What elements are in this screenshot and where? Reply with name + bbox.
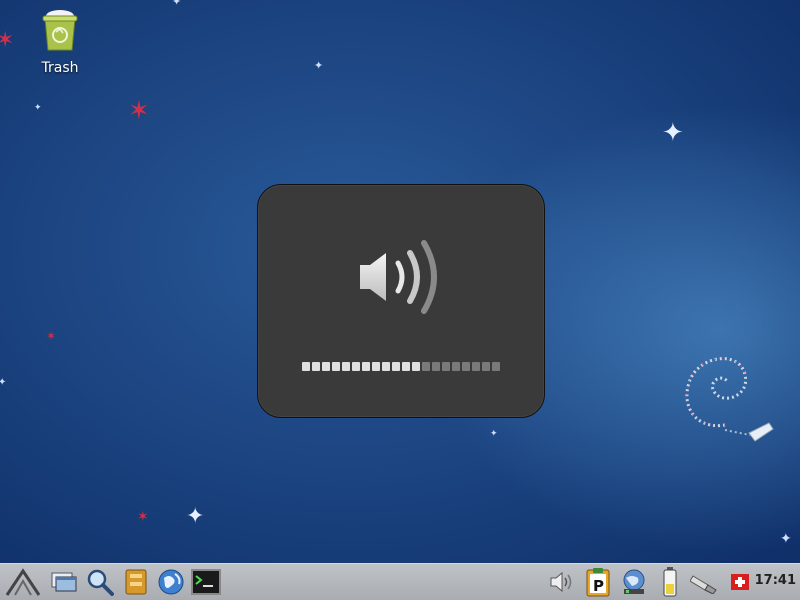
volume-segment-empty <box>452 362 460 371</box>
star-decoration: ✦ <box>662 118 684 148</box>
volume-segment-filled <box>382 362 390 371</box>
web-browser-icon <box>158 569 184 595</box>
star-decoration: ✶ <box>0 28 15 53</box>
star-decoration: ✶ <box>46 329 57 343</box>
volume-segment-filled <box>352 362 360 371</box>
clock[interactable]: 17:41 <box>755 573 796 588</box>
volume-segment-empty <box>422 362 430 371</box>
tray-usb-button[interactable] <box>688 566 720 598</box>
wallpaper-swirl <box>665 345 785 455</box>
terminal-icon <box>191 569 221 595</box>
star-decoration: ✦ <box>34 103 42 113</box>
volume-segment-filled <box>392 362 400 371</box>
volume-segment-empty <box>432 362 440 371</box>
volume-segment-filled <box>362 362 370 371</box>
star-decoration: ✦ <box>0 377 7 388</box>
show-desktop-icon <box>51 572 77 592</box>
volume-segment-empty <box>492 362 500 371</box>
tray-volume-button[interactable] <box>546 566 578 598</box>
taskbar: P 17:41 <box>0 563 800 600</box>
file-manager-button[interactable] <box>120 566 152 598</box>
network-icon <box>623 569 645 594</box>
volume-icon <box>550 571 572 593</box>
desktop-icon-trash[interactable]: Trash <box>30 8 90 76</box>
volume-segment-empty <box>462 362 470 371</box>
volume-segment-filled <box>412 362 420 371</box>
volume-segment-filled <box>312 362 320 371</box>
battery-icon <box>663 567 677 597</box>
star-decoration: ✦ <box>780 531 792 547</box>
volume-high-icon <box>358 237 444 317</box>
show-desktop-button[interactable] <box>48 566 80 598</box>
star-decoration: ✦ <box>172 0 182 8</box>
tray-keyboard-layout-button[interactable] <box>724 566 756 598</box>
terminal-button[interactable] <box>190 566 222 598</box>
volume-segment-filled <box>372 362 380 371</box>
volume-segment-filled <box>322 362 330 371</box>
application-menu-button[interactable] <box>4 566 42 598</box>
volume-segment-filled <box>402 362 410 371</box>
tray-network-button[interactable] <box>618 566 650 598</box>
star-decoration: ✦ <box>490 429 498 439</box>
trash-icon <box>39 8 81 52</box>
star-decoration: ✦ <box>186 504 205 529</box>
volume-segment-empty <box>442 362 450 371</box>
file-manager-icon <box>125 569 147 595</box>
clipboard-icon: P <box>586 568 610 597</box>
star-decoration: ✶ <box>128 96 150 126</box>
volume-segment-filled <box>332 362 340 371</box>
keyboard-layout-flag-icon <box>731 574 749 590</box>
volume-osd <box>257 184 545 418</box>
tray-clipboard-button[interactable]: P <box>582 566 614 598</box>
volume-level-bar <box>302 362 500 371</box>
star-decoration: ✶ <box>137 509 149 525</box>
search-icon <box>87 569 114 596</box>
volume-segment-filled <box>302 362 310 371</box>
tray-battery-button[interactable] <box>654 566 686 598</box>
web-browser-button[interactable] <box>155 566 187 598</box>
volume-segment-filled <box>342 362 350 371</box>
volume-segment-empty <box>482 362 490 371</box>
application-menu-icon <box>5 568 41 596</box>
desktop-icon-label: Trash <box>41 60 79 76</box>
volume-segment-empty <box>472 362 480 371</box>
svg-text:P: P <box>593 577 604 595</box>
search-button[interactable] <box>84 566 116 598</box>
star-decoration: ✦ <box>314 59 324 72</box>
usb-icon <box>690 575 717 594</box>
